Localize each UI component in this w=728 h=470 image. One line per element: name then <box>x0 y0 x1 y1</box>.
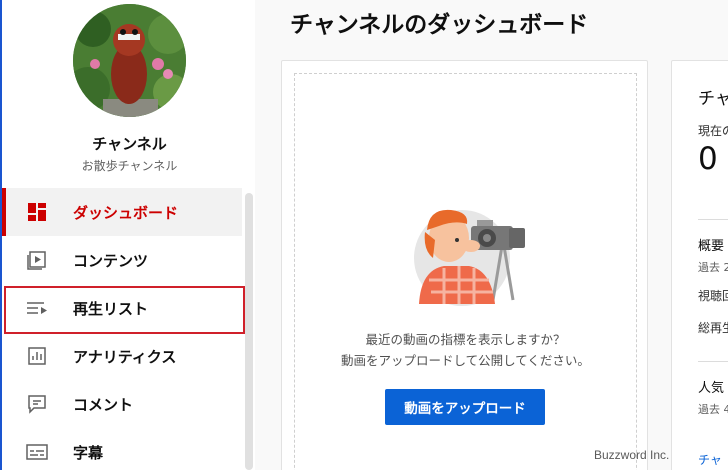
sidebar-item-label: 再生リスト <box>73 299 149 318</box>
watch-time-label: 総再生 <box>698 321 728 335</box>
channel-analytics-card: チャ 現在の 0 概要 過去 2 視聴回 総再生 人気 過去 4 チャ <box>671 60 728 470</box>
sidebar-item-content[interactable]: コンテンツ <box>2 236 242 284</box>
channel-analytics-link[interactable]: チャ <box>698 451 722 468</box>
sidebar-item-analytics[interactable]: アナリティクス <box>2 332 242 380</box>
channel-subtitle: お散歩チャンネル <box>81 159 178 173</box>
sidebar-item-label: ダッシュボード <box>73 203 179 222</box>
top-videos-heading: 人気 <box>698 381 725 396</box>
summary-period: 過去 2 <box>698 261 728 274</box>
sidebar-item-dashboard[interactable]: ダッシュボード <box>2 188 242 236</box>
views-label: 視聴回 <box>698 289 728 303</box>
camera-person-illustration <box>409 200 535 310</box>
playlist-icon <box>26 297 48 319</box>
upload-card: 最近の動画の指標を表示しますか？ 動画をアップロードして公開してください。 動画… <box>281 60 648 470</box>
subscriber-count: 0 <box>698 141 718 177</box>
subtitles-icon <box>26 441 48 463</box>
sidebar-item-label: アナリティクス <box>73 347 177 366</box>
sidebar-item-subtitles[interactable]: 字幕 <box>2 428 242 470</box>
sidebar-item-label: コンテンツ <box>73 251 149 270</box>
watermark: Buzzword Inc. <box>594 448 670 462</box>
divider <box>698 361 728 362</box>
upload-video-button[interactable]: 動画をアップロード <box>385 389 545 425</box>
analytics-icon <box>26 345 48 367</box>
current-subscribers-label: 現在の <box>698 124 728 138</box>
sidebar-item-label: 字幕 <box>73 443 104 462</box>
page-title: チャンネルのダッシュボード <box>290 12 589 38</box>
summary-heading: 概要 <box>698 239 725 254</box>
sidebar: チャンネル お散歩チャンネル ダッシュボード コンテンツ 再生リスト アナリティ… <box>0 0 255 470</box>
channel-avatar[interactable] <box>73 4 186 117</box>
content-icon <box>26 249 48 271</box>
sidebar-item-comments[interactable]: コメント <box>2 380 242 428</box>
sidebar-nav: ダッシュボード コンテンツ 再生リスト アナリティクス コメント 字幕 <box>2 188 245 470</box>
analytics-card-title: チャ <box>698 89 728 109</box>
divider <box>698 219 728 220</box>
top-videos-period: 過去 4 <box>698 403 728 416</box>
sidebar-scrollbar[interactable] <box>245 193 253 470</box>
upload-prompt: 最近の動画の指標を表示しますか？ 動画をアップロードして公開してください。 <box>282 329 649 371</box>
upload-prompt-line1: 最近の動画の指標を表示しますか？ <box>365 332 566 347</box>
upload-prompt-line2: 動画をアップロードして公開してください。 <box>341 353 590 368</box>
channel-name: チャンネル <box>92 135 167 153</box>
sidebar-item-label: コメント <box>73 395 134 414</box>
sidebar-item-playlists[interactable]: 再生リスト <box>2 284 245 334</box>
comment-icon <box>26 393 48 415</box>
dashboard-icon <box>26 201 48 223</box>
